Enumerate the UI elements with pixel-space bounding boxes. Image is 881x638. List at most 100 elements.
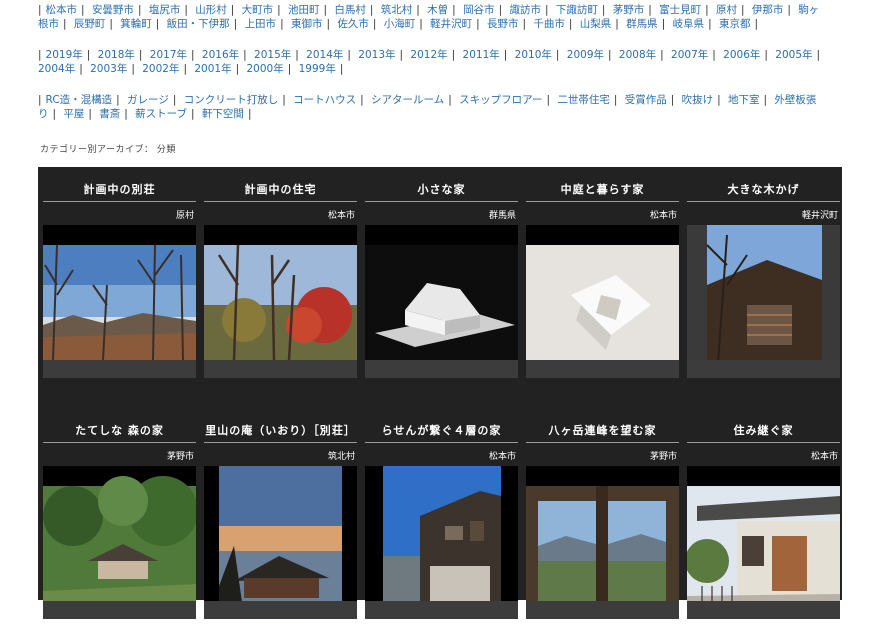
link-separator: | <box>503 49 508 61</box>
project-title[interactable]: 中庭と暮らす家 <box>526 181 679 197</box>
city-link[interactable]: 長野市 <box>487 18 519 30</box>
city-link[interactable]: 箕輪町 <box>120 18 152 30</box>
project-title[interactable]: 八ヶ岳連峰を望む家 <box>526 422 679 438</box>
category-link[interactable]: 平屋 <box>63 108 84 120</box>
category-link[interactable]: コートハウス <box>293 94 356 106</box>
city-link[interactable]: 岐阜県 <box>673 18 705 30</box>
project-title[interactable]: 計画中の別荘 <box>43 181 196 197</box>
project-card[interactable]: 計画中の別荘 原村 <box>43 167 196 397</box>
project-photo[interactable] <box>365 225 518 378</box>
year-link[interactable]: 2004年 <box>38 63 75 75</box>
category-link[interactable]: シアタールーム <box>371 94 444 106</box>
city-link[interactable]: 東御市 <box>291 18 323 30</box>
category-link[interactable]: 二世帯住宅 <box>557 94 610 106</box>
project-photo[interactable] <box>204 225 357 378</box>
year-link[interactable]: 2003年 <box>90 63 127 75</box>
city-link[interactable]: 山梨県 <box>580 18 612 30</box>
project-title[interactable]: 里山の庵（いおり）［別荘］ <box>204 422 357 438</box>
city-link[interactable]: 上田市 <box>245 18 277 30</box>
project-card[interactable]: 小さな家 群馬県 <box>365 167 518 397</box>
city-link[interactable]: 岡谷市 <box>463 4 495 16</box>
city-link[interactable]: 大町市 <box>242 4 274 16</box>
city-link[interactable]: 小海町 <box>384 18 416 30</box>
city-link[interactable]: 東京都 <box>719 18 751 30</box>
year-link[interactable]: 2017年 <box>150 49 187 61</box>
project-photo[interactable] <box>204 466 357 619</box>
project-card[interactable]: 計画中の住宅 松本市 <box>204 167 357 397</box>
year-link[interactable]: 2014年 <box>306 49 343 61</box>
project-photo[interactable] <box>43 225 196 378</box>
city-link[interactable]: 千曲市 <box>533 18 565 30</box>
year-link[interactable]: 1999年 <box>299 63 336 75</box>
project-title[interactable]: 大きな木かげ <box>687 181 840 197</box>
project-photo[interactable] <box>43 466 196 619</box>
project-location: 松本市 <box>649 211 677 221</box>
project-card[interactable]: 八ヶ岳連峰を望む家 茅野市 <box>526 408 679 638</box>
city-link[interactable]: 下諏訪町 <box>556 4 598 16</box>
project-card[interactable]: 里山の庵（いおり）［別荘］ 筑北村 <box>204 408 357 638</box>
project-title[interactable]: 計画中の住宅 <box>204 181 357 197</box>
city-link[interactable]: 白馬村 <box>334 4 366 16</box>
city-link[interactable]: 池田町 <box>288 4 320 16</box>
city-link[interactable]: 塩尻市 <box>149 4 181 16</box>
year-link[interactable]: 2009年 <box>567 49 604 61</box>
city-link[interactable]: 松本市 <box>46 4 78 16</box>
year-link[interactable]: 2001年 <box>194 63 231 75</box>
project-title[interactable]: 住み継ぐ家 <box>687 422 840 438</box>
category-link[interactable]: 書斎 <box>99 108 120 120</box>
city-link[interactable]: 飯田・下伊那 <box>167 18 230 30</box>
city-link[interactable]: 辰野町 <box>74 18 106 30</box>
project-photo[interactable] <box>365 466 518 619</box>
city-link[interactable]: 諏訪市 <box>509 4 541 16</box>
year-link[interactable]: 2016年 <box>202 49 239 61</box>
category-link[interactable]: スキップフロアー <box>459 94 542 106</box>
year-link[interactable]: 2000年 <box>247 63 284 75</box>
project-photo[interactable] <box>526 466 679 619</box>
city-link[interactable]: 富士見町 <box>659 4 701 16</box>
city-link[interactable]: 軽井沢町 <box>430 18 472 30</box>
project-photo[interactable] <box>526 225 679 378</box>
year-link[interactable]: 2010年 <box>515 49 552 61</box>
category-link[interactable]: ガレージ <box>127 94 169 106</box>
city-link[interactable]: 原村 <box>716 4 737 16</box>
link-separator: | <box>419 17 423 30</box>
project-card[interactable]: 中庭と暮らす家 松本市 <box>526 167 679 397</box>
category-link[interactable]: RC造・混構造 <box>46 94 113 106</box>
city-link[interactable]: 木曽 <box>427 4 448 16</box>
category-link[interactable]: 受賞作品 <box>625 94 667 106</box>
year-link[interactable]: 2018年 <box>98 49 135 61</box>
project-card[interactable]: らせんが繋ぐ４層の家 松本市 <box>365 408 518 638</box>
year-link[interactable]: 2011年 <box>463 49 500 61</box>
category-link[interactable]: コンクリート打放し <box>184 94 279 106</box>
project-title[interactable]: たてしな 森の家 <box>43 422 196 438</box>
category-link[interactable]: 地下室 <box>728 94 760 106</box>
category-link[interactable]: 吹抜け <box>682 94 714 106</box>
year-link[interactable]: 2015年 <box>254 49 291 61</box>
project-title[interactable]: 小さな家 <box>365 181 518 197</box>
project-photo[interactable] <box>687 466 840 619</box>
project-title[interactable]: らせんが繋ぐ４層の家 <box>365 422 518 438</box>
city-link[interactable]: 佐久市 <box>337 18 369 30</box>
project-photo[interactable] <box>687 225 840 378</box>
city-link[interactable]: 山形村 <box>195 4 227 16</box>
link-separator: | <box>705 4 709 16</box>
year-link[interactable]: 2012年 <box>410 49 447 61</box>
city-link[interactable]: 筑北村 <box>381 4 413 16</box>
year-link[interactable]: 2005年 <box>775 49 812 61</box>
title-divider <box>526 201 679 202</box>
city-link[interactable]: 群馬県 <box>626 18 658 30</box>
city-link[interactable]: 安曇野市 <box>92 4 134 16</box>
category-link[interactable]: 薪ストーブ <box>135 108 187 120</box>
year-link[interactable]: 2007年 <box>671 49 708 61</box>
project-card[interactable]: たてしな 森の家 茅野市 <box>43 408 196 638</box>
year-link[interactable]: 2019年 <box>46 49 83 61</box>
project-card[interactable]: 大きな木かげ 軽井沢町 <box>687 167 840 397</box>
city-link[interactable]: 茅野市 <box>613 4 645 16</box>
city-link[interactable]: 伊那市 <box>752 4 784 16</box>
project-card[interactable]: 住み継ぐ家 松本市 <box>687 408 840 638</box>
year-link[interactable]: 2008年 <box>619 49 656 61</box>
year-link[interactable]: 2002年 <box>142 63 179 75</box>
year-link[interactable]: 2006年 <box>723 49 760 61</box>
year-link[interactable]: 2013年 <box>358 49 395 61</box>
category-link[interactable]: 軒下空間 <box>202 108 244 120</box>
